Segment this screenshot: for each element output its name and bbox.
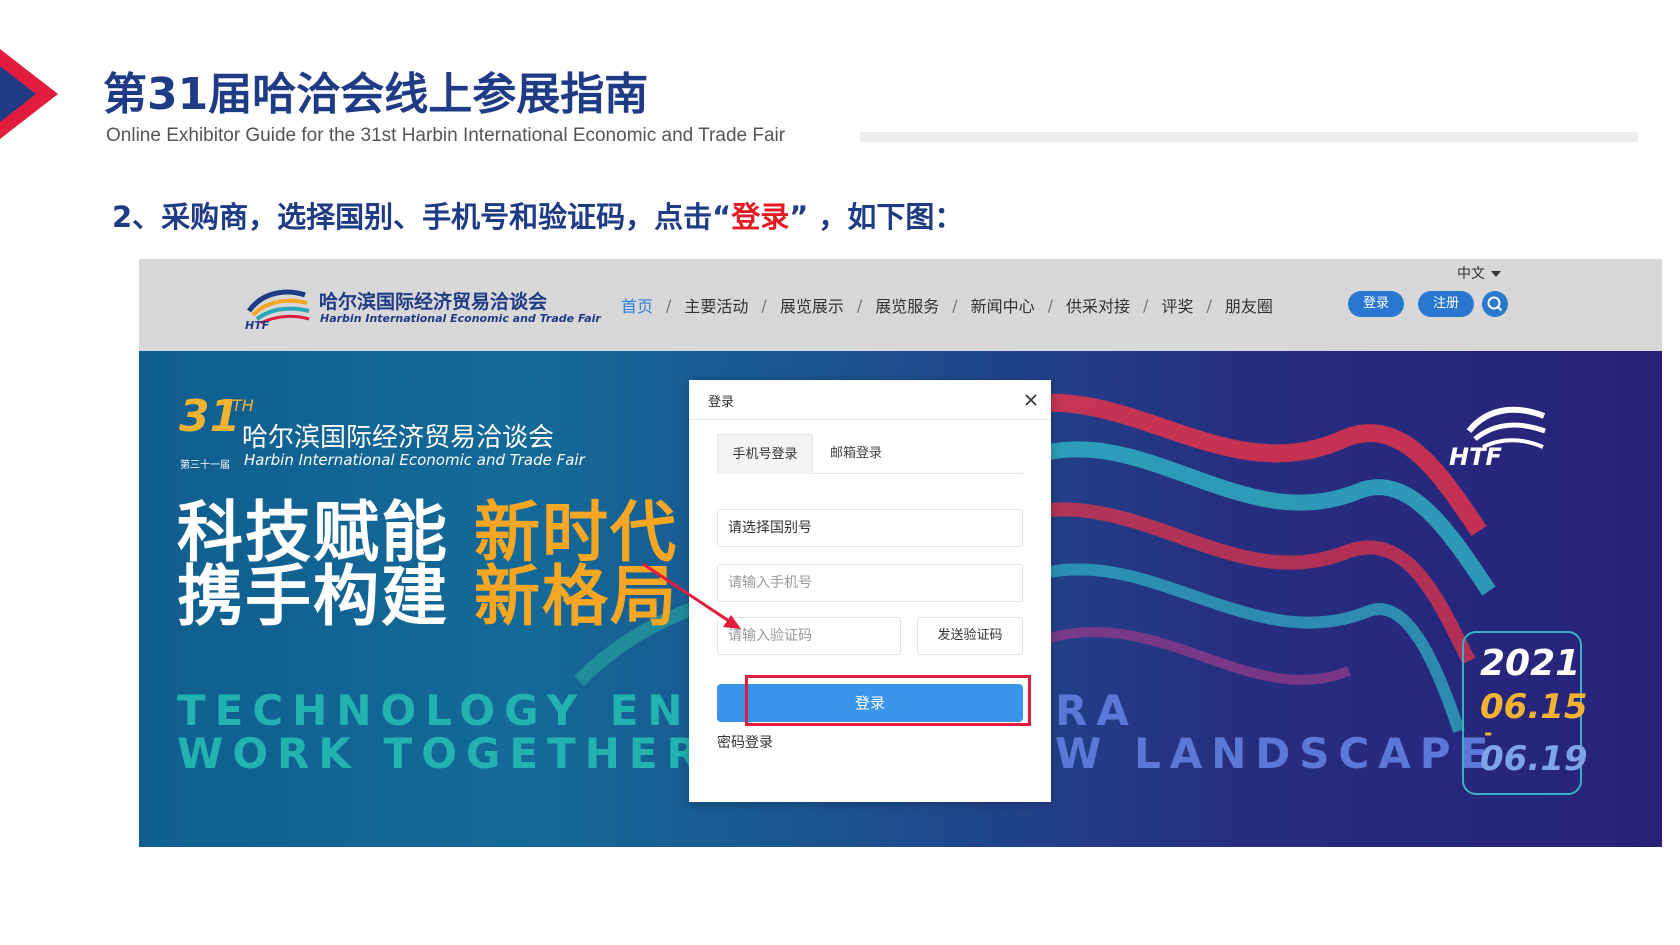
tab-phone-login[interactable]: 手机号登录 [717, 434, 813, 474]
website-screenshot: HTF 哈尔滨国际经济贸易洽谈会 Harbin International Ec… [139, 259, 1662, 847]
header-register-button[interactable]: 注册 [1418, 291, 1474, 317]
slide-subtitle: Online Exhibitor Guide for the 31st Harb… [106, 125, 786, 146]
slogan-en-line-2: WORK TOGETHER T [177, 729, 770, 778]
nav-separator: / [856, 295, 863, 315]
fair-name-en: Harbin International Economic and Trade … [244, 451, 585, 469]
language-selector[interactable]: 中文 [1457, 263, 1501, 283]
htf-logo-icon: HTF [245, 289, 310, 331]
event-date-box: 2021 06.15 - 06.19 [1462, 631, 1588, 795]
nav-separator: / [1206, 295, 1212, 315]
step-suffix: ” ，如下图： [789, 200, 964, 234]
slide-arrow-icon [0, 49, 58, 139]
modal-header: 登录 [689, 380, 1051, 420]
nav-separator: / [952, 295, 958, 315]
login-tabs: 手机号登录 邮箱登录 [717, 434, 1023, 474]
nav-item-friends[interactable]: 朋友圈 [1225, 293, 1273, 317]
step-highlight: 登录 [731, 200, 790, 234]
language-label: 中文 [1457, 266, 1485, 282]
nav-item-activities[interactable]: 主要活动 [684, 293, 748, 317]
nav-item-matchmaking[interactable]: 供采对接 [1066, 293, 1130, 317]
nav-separator: / [1143, 295, 1149, 315]
slogan-2-yellow: 新格局 [473, 558, 678, 635]
step-prefix: 2、采购商，选择国别、手机号和验证码，点击“ [112, 200, 732, 234]
date-end: 06.19 [1480, 739, 1588, 779]
login-highlight-box [745, 675, 1031, 726]
slogan-en-right-2: W LANDSCAPE [1055, 729, 1498, 778]
phone-input[interactable]: 请输入手机号 [717, 564, 1023, 602]
nav-item-awards[interactable]: 评奖 [1161, 293, 1193, 317]
subtitle-divider [860, 132, 1638, 142]
modal-title: 登录 [708, 395, 735, 410]
search-icon [1487, 296, 1503, 312]
login-modal: 登录 手机号登录 邮箱登录 请选择国别号 请输入手机号 请输入验证码 发送验证码… [689, 380, 1051, 802]
fair-ordinal: 第三十一届 [180, 460, 230, 471]
slogan-en-line-1: TECHNOLOGY ENAB [177, 686, 775, 735]
send-code-button[interactable]: 发送验证码 [917, 617, 1023, 655]
logo-mark-text: HTF [245, 319, 270, 331]
edition-suffix: TH [232, 396, 254, 415]
logo-cn: 哈尔滨国际经济贸易洽谈会 [319, 291, 548, 313]
close-icon[interactable] [1021, 390, 1041, 410]
nav-item-news[interactable]: 新闻中心 [971, 293, 1035, 317]
nav-separator: / [666, 295, 672, 315]
htf-banner-logo-icon: HTF [1449, 406, 1546, 471]
header-search-button[interactable] [1482, 291, 1508, 317]
tab-email-login[interactable]: 邮箱登录 [813, 434, 899, 474]
password-login-link[interactable]: 密码登录 [717, 732, 773, 752]
slogan-2-white: 携手构建 [177, 558, 449, 635]
header-login-button[interactable]: 登录 [1348, 291, 1404, 317]
nav-separator: / [1047, 295, 1054, 315]
slogan-en-right-1: RA [1055, 686, 1138, 735]
slogan-line-2: 携手构建 新格局 [177, 543, 678, 639]
nav-separator: / [761, 295, 767, 315]
nav-item-exhibition[interactable]: 展览展示 [780, 293, 844, 317]
fair-name-cn: 哈尔滨国际经济贸易洽谈会 [242, 423, 555, 453]
verification-code-input[interactable]: 请输入验证码 [717, 617, 901, 655]
htf-banner-logo-text: HTF [1449, 443, 1502, 471]
country-select[interactable]: 请选择国别号 [717, 509, 1023, 547]
main-nav: 首页 / 主要活动 / 展览展示 / 展览服务 / 新闻中心 / 供采对接 / … [621, 293, 1273, 317]
nav-item-home[interactable]: 首页 [621, 293, 653, 317]
date-start: 06.15 [1480, 687, 1588, 727]
site-header: HTF 哈尔滨国际经济贸易洽谈会 Harbin International Ec… [139, 259, 1662, 351]
step-instruction: 2、采购商，选择国别、手机号和验证码，点击“登录” ，如下图： [112, 194, 963, 236]
chevron-down-icon [1491, 271, 1501, 277]
slide-title: 第31届哈洽会线上参展指南 [103, 69, 649, 120]
date-year: 2021 [1480, 643, 1581, 684]
logo-en: Harbin International Economic and Trade … [320, 312, 601, 325]
nav-item-services[interactable]: 展览服务 [875, 293, 939, 317]
